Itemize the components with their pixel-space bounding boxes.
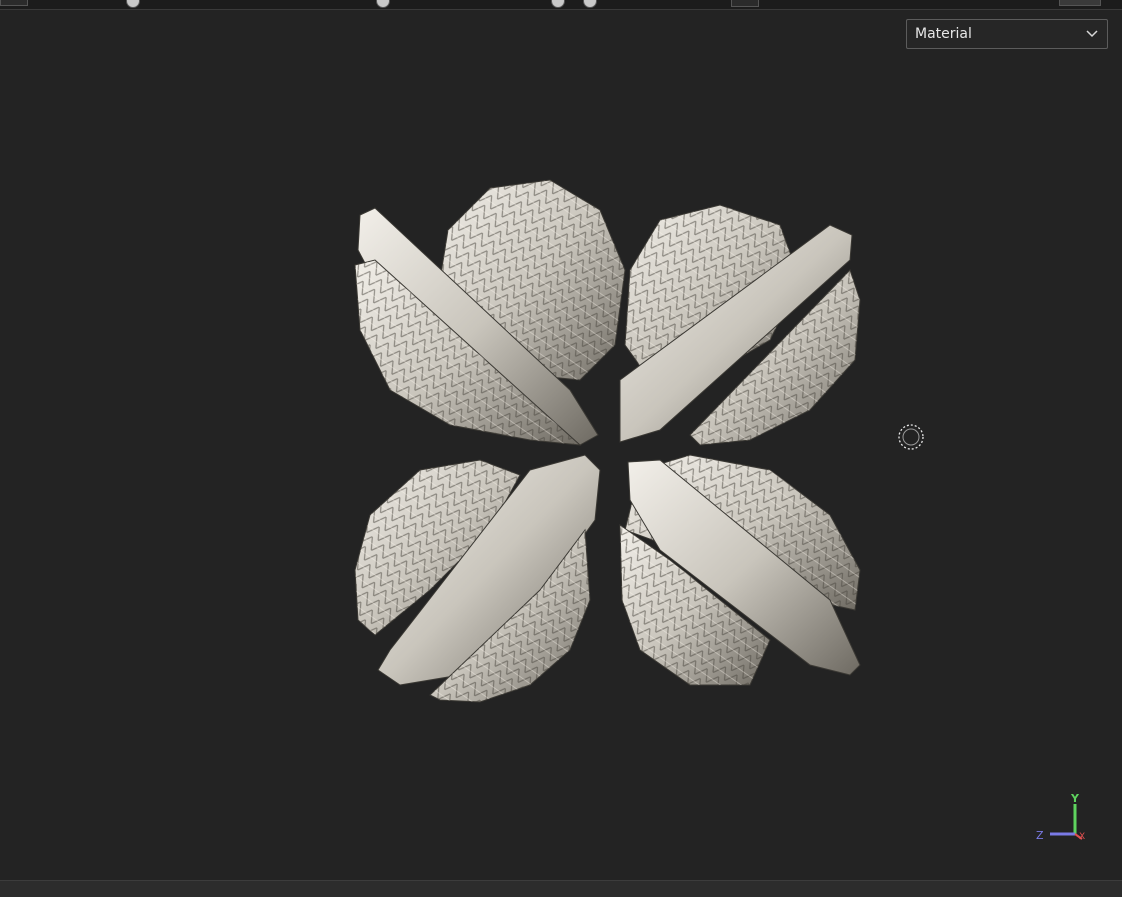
mesh-lobe-bottom-left	[354, 454, 601, 703]
toolbar-slider-knob[interactable]	[376, 0, 390, 8]
toolbar-slider-knob[interactable]	[551, 0, 565, 8]
axis-x-label: X	[1079, 832, 1086, 842]
mesh-lobe-top-right	[619, 204, 861, 446]
brush-cursor-icon	[898, 424, 924, 450]
toolbar-color-swatch[interactable]	[731, 0, 759, 7]
toolbar-slider-knob[interactable]	[583, 0, 597, 8]
toolbar-slider-knob[interactable]	[126, 0, 140, 8]
top-toolbar	[0, 0, 1122, 10]
shading-mode-select[interactable]: Material	[906, 19, 1108, 49]
3d-mesh-object[interactable]	[330, 170, 890, 730]
mesh-lobe-top-left	[354, 179, 626, 446]
mesh-lobe-bottom-right	[619, 454, 861, 686]
axis-gizmo[interactable]: Y Z X	[1032, 792, 1092, 848]
axis-z-label: Z	[1036, 829, 1044, 842]
bottom-status-bar	[0, 880, 1122, 897]
axis-y-label: Y	[1071, 792, 1079, 805]
chevron-down-icon	[1077, 30, 1107, 38]
toolbar-button[interactable]	[1059, 0, 1101, 6]
shading-mode-value: Material	[915, 26, 972, 42]
toolbar-tab[interactable]	[0, 0, 28, 6]
